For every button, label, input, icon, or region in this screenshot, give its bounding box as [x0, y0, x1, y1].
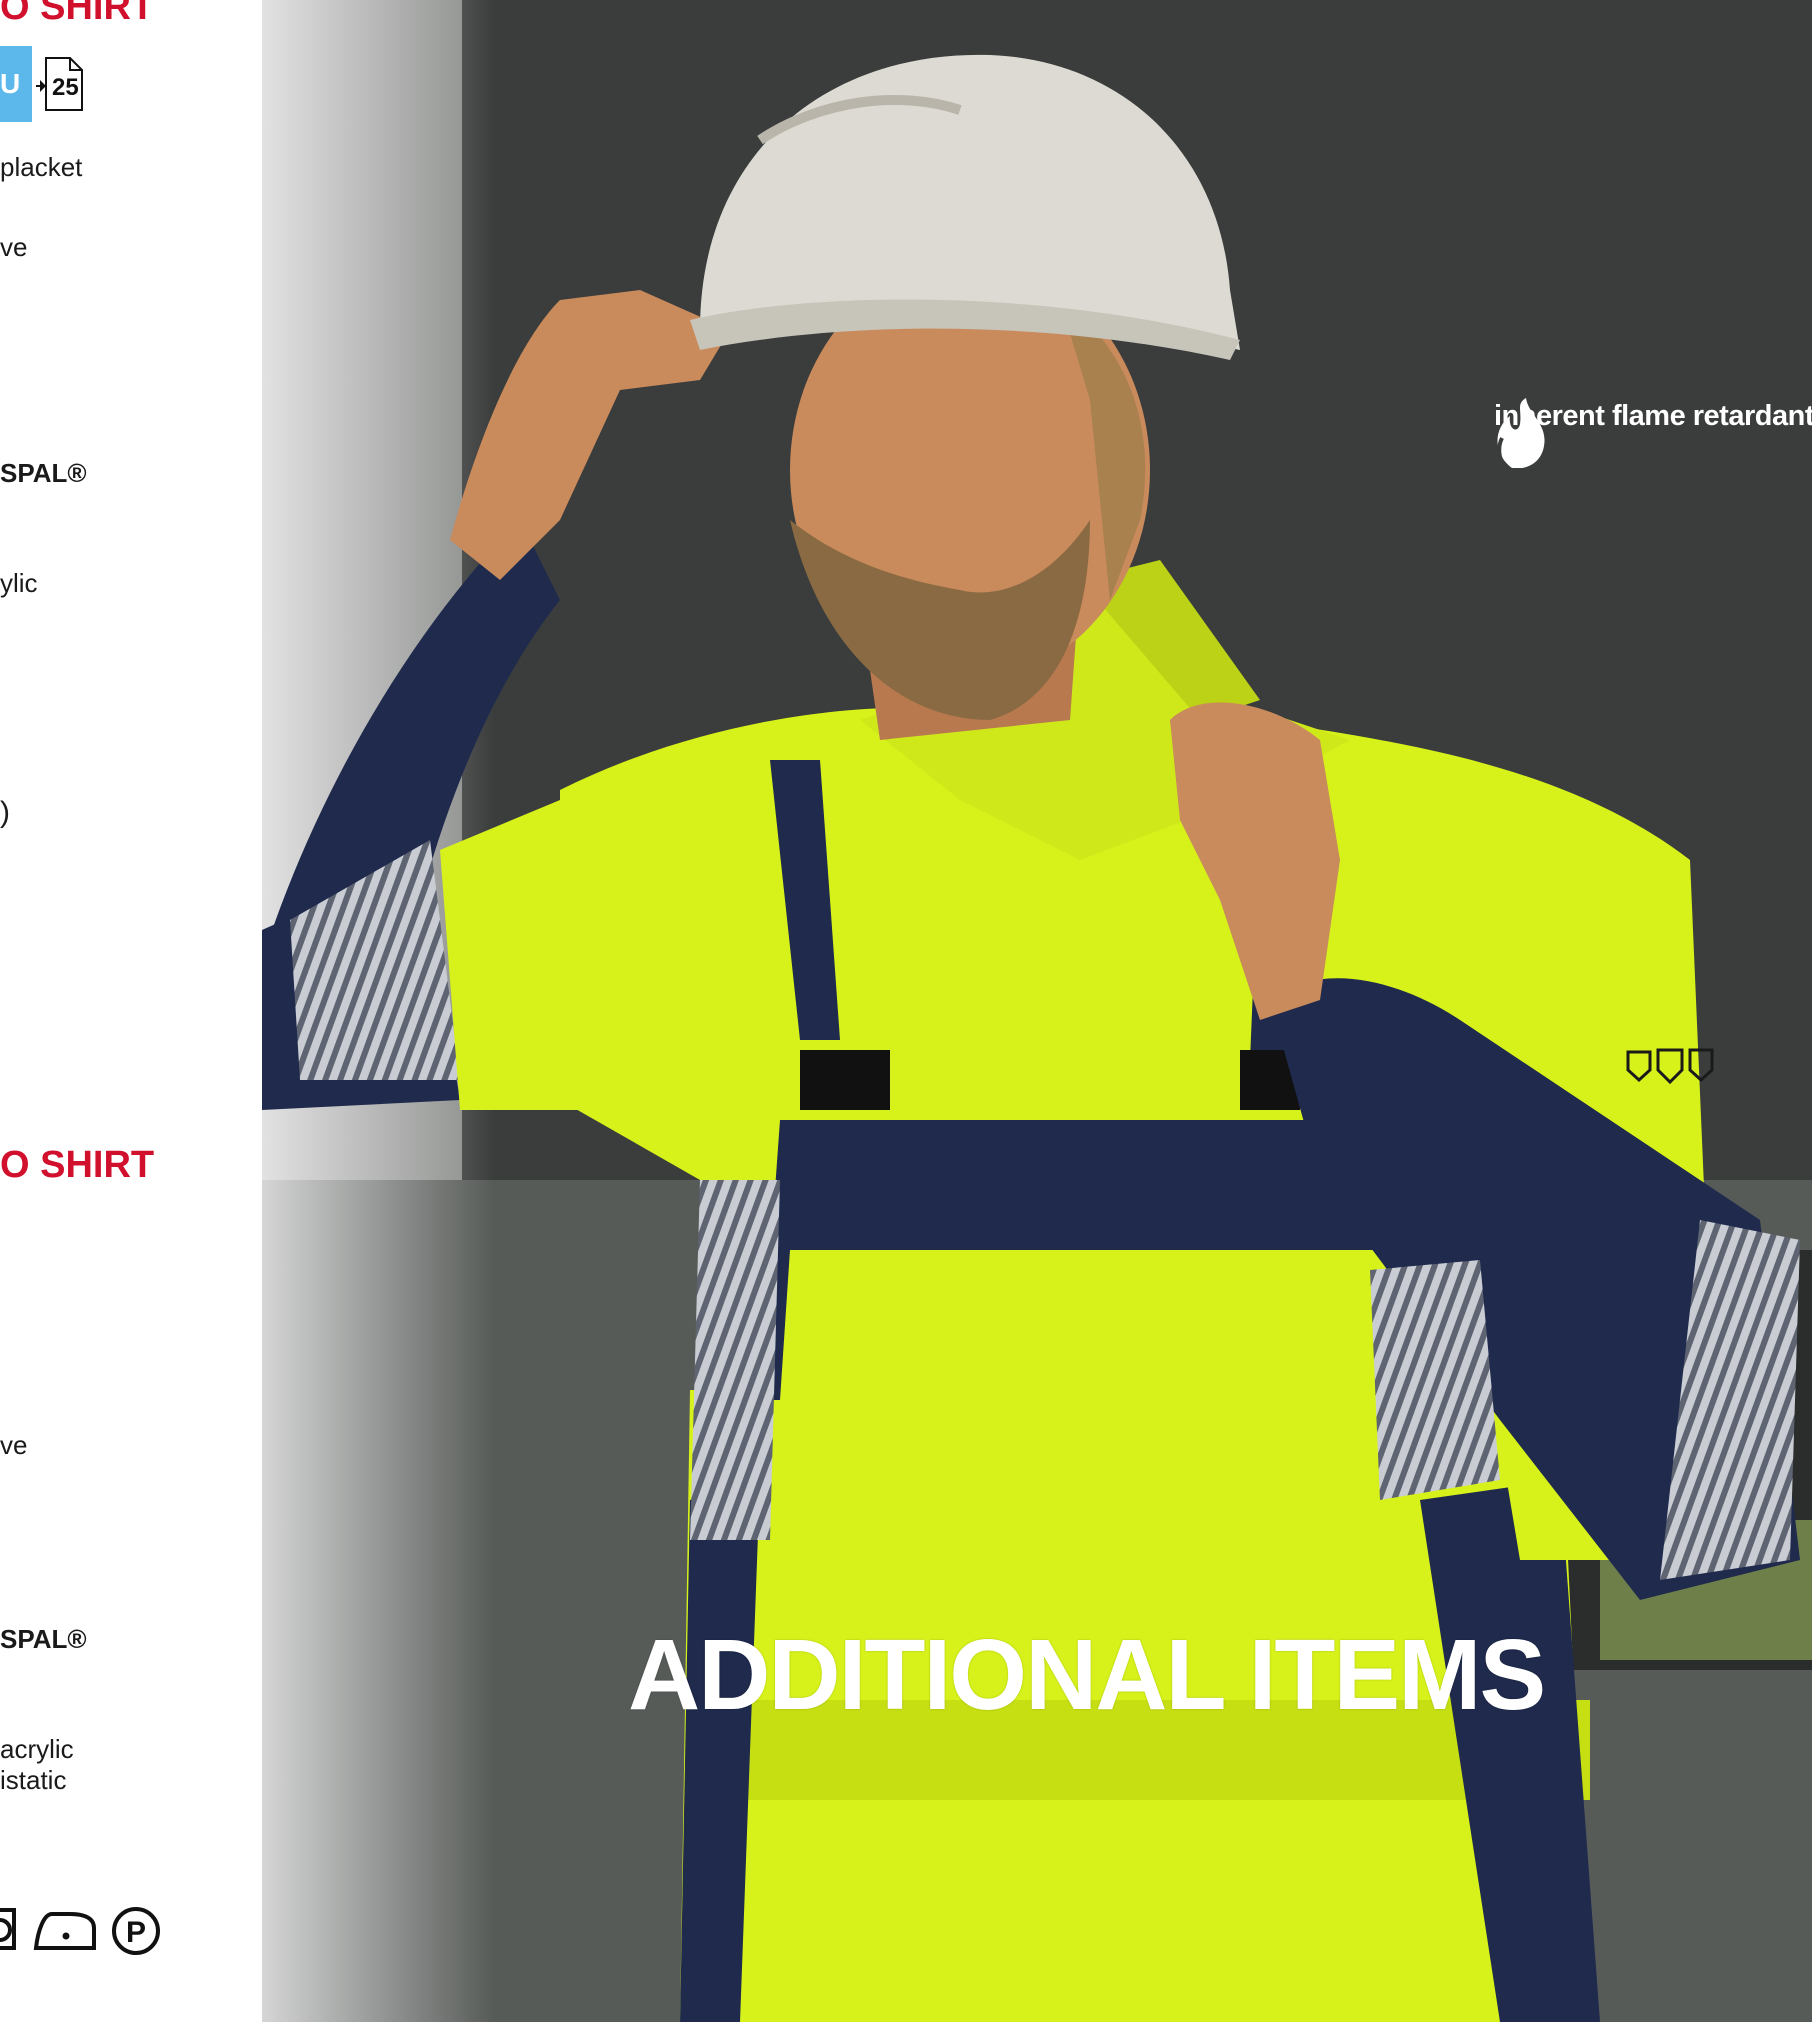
feature-sleeve-2: ve	[0, 1430, 28, 1460]
fabric-line-1: ylic	[0, 568, 38, 598]
product-heading-top: O SHIRT	[0, 0, 155, 28]
feature-sleeve: ve	[0, 232, 28, 262]
product-heading-2: O SHIRT	[0, 1144, 155, 1186]
section-headline: ADDITIONAL ITEMS	[628, 1619, 1546, 1731]
flame-retardant-label: inherent flame retardant	[1494, 400, 1812, 432]
wash-icon	[0, 1908, 16, 1950]
iron-icon	[33, 1912, 96, 1950]
svg-text:P: P	[126, 1916, 146, 1949]
symbol-fragment: )	[0, 796, 10, 829]
feature-placket: placket	[0, 152, 83, 182]
buckle-left	[800, 1050, 890, 1110]
page-reference-icon[interactable]: 25	[34, 56, 86, 112]
brand-name-1: SPAL®	[0, 458, 87, 488]
size-badge: U	[0, 46, 32, 122]
fabric-line-2b: istatic	[0, 1765, 67, 1795]
brand-name-2: SPAL®	[0, 1624, 87, 1654]
page-reference-number: 25	[52, 74, 79, 101]
care-symbols: P	[0, 1907, 160, 1955]
fabric-line-2a: acrylic	[0, 1734, 74, 1764]
dry-clean-p-icon: P	[112, 1907, 160, 1955]
product-column: O SHIRT U 25 placket ve SPAL® ylic ) O S…	[0, 0, 262, 2022]
hero-photo: inherent flame retardant ADDITIONAL ITEM…	[262, 0, 1812, 2022]
